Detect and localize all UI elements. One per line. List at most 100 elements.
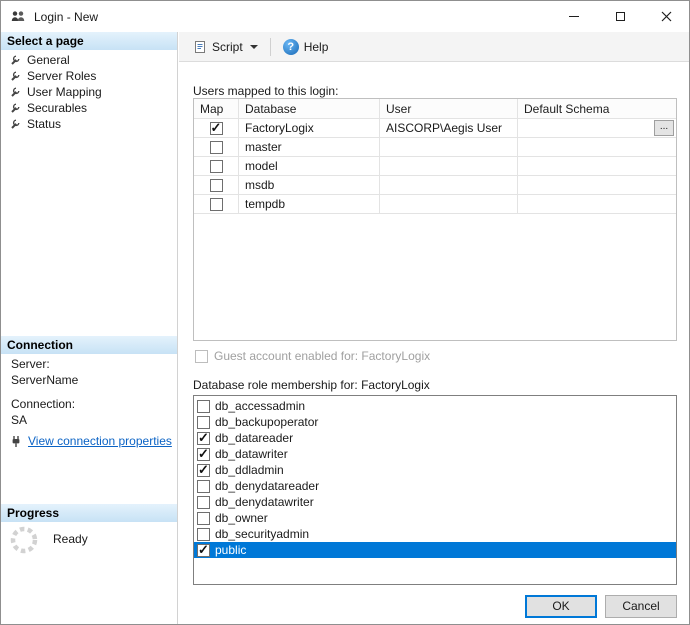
sidebar: Select a page General Server Roles User … <box>1 32 178 624</box>
browse-schema-button[interactable]: ... <box>654 120 674 136</box>
role-label: db_denydatareader <box>215 479 319 493</box>
role-checkbox[interactable] <box>197 464 210 477</box>
cell-database[interactable]: FactoryLogix <box>239 119 380 138</box>
role-item-db-denydatawriter[interactable]: db_denydatawriter <box>194 494 676 510</box>
main-panel: Script ? Help Users mapped to this login… <box>179 32 689 624</box>
sidebar-item-label: Status <box>27 117 61 131</box>
role-item-db-denydatareader[interactable]: db_denydatareader <box>194 478 676 494</box>
role-checkbox[interactable] <box>197 480 210 493</box>
close-icon <box>661 11 672 22</box>
cell-user[interactable] <box>380 138 518 157</box>
grid-row-msdb: msdb <box>194 176 676 195</box>
role-item-public[interactable]: public <box>194 542 676 558</box>
connection-value: SA <box>11 413 27 427</box>
connection-label: Connection: <box>11 397 75 411</box>
progress-header: Progress <box>1 504 177 522</box>
column-header-map: Map <box>194 99 239 119</box>
role-checkbox[interactable] <box>197 496 210 509</box>
role-item-db-datawriter[interactable]: db_datawriter <box>194 446 676 462</box>
role-label: db_owner <box>215 511 268 525</box>
wrench-icon <box>9 102 21 114</box>
role-checkbox[interactable] <box>197 400 210 413</box>
view-connection-properties-link[interactable]: View connection properties <box>28 434 172 448</box>
sidebar-item-general[interactable]: General <box>1 52 177 68</box>
role-checkbox[interactable] <box>197 448 210 461</box>
sidebar-item-label: User Mapping <box>27 85 102 99</box>
close-button[interactable] <box>643 1 689 32</box>
page-list: General Server Roles User Mapping Secura… <box>1 52 177 132</box>
role-item-db-ddladmin[interactable]: db_ddladmin <box>194 462 676 478</box>
cell-default-schema[interactable] <box>518 138 676 157</box>
role-membership-list: db_accessadmin db_backupoperator db_data… <box>193 395 677 585</box>
role-item-db-datareader[interactable]: db_datareader <box>194 430 676 446</box>
users-mapped-grid: Map Database User Default Schema Factory… <box>193 98 677 341</box>
grid-header-row: Map Database User Default Schema <box>194 99 676 119</box>
guest-account-checkbox <box>195 350 208 363</box>
guest-account-row: Guest account enabled for: FactoryLogix <box>195 349 430 363</box>
toolbar: Script ? Help <box>179 32 689 62</box>
role-membership-label: Database role membership for: FactoryLog… <box>193 378 430 392</box>
maximize-button[interactable] <box>597 1 643 32</box>
cancel-button[interactable]: Cancel <box>605 595 677 618</box>
sidebar-item-server-roles[interactable]: Server Roles <box>1 68 177 84</box>
cell-user[interactable]: AISCORP\Aegis User <box>380 119 518 138</box>
cell-default-schema[interactable] <box>518 195 676 214</box>
role-label: public <box>215 543 246 557</box>
script-button[interactable]: Script <box>187 36 264 58</box>
help-button[interactable]: ? Help <box>277 35 335 59</box>
script-icon <box>193 40 207 54</box>
cell-database[interactable]: master <box>239 138 380 157</box>
role-checkbox[interactable] <box>197 416 210 429</box>
wrench-icon <box>9 118 21 130</box>
login-people-icon <box>10 9 26 25</box>
connection-header: Connection <box>1 336 177 354</box>
map-checkbox[interactable] <box>210 141 223 154</box>
help-label: Help <box>304 40 329 54</box>
sidebar-item-user-mapping[interactable]: User Mapping <box>1 84 177 100</box>
role-label: db_datawriter <box>215 447 288 461</box>
toolbar-separator <box>270 38 271 56</box>
role-checkbox[interactable] <box>197 528 210 541</box>
help-icon: ? <box>283 39 299 55</box>
role-checkbox[interactable] <box>197 432 210 445</box>
role-item-db-owner[interactable]: db_owner <box>194 510 676 526</box>
role-checkbox[interactable] <box>197 512 210 525</box>
cell-user[interactable] <box>380 157 518 176</box>
column-header-database: Database <box>239 99 380 119</box>
cell-user[interactable] <box>380 176 518 195</box>
user-mapping-page: Users mapped to this login: Map Database… <box>179 62 689 624</box>
cell-database[interactable]: msdb <box>239 176 380 195</box>
map-checkbox[interactable] <box>210 198 223 211</box>
column-header-user: User <box>380 99 518 119</box>
connection-properties-icon <box>9 434 23 448</box>
cell-user[interactable] <box>380 195 518 214</box>
grid-row-factorylogix: FactoryLogix AISCORP\Aegis User ... <box>194 119 676 138</box>
role-checkbox[interactable] <box>197 544 210 557</box>
cell-default-schema[interactable]: ... <box>518 119 676 138</box>
role-label: db_ddladmin <box>215 463 284 477</box>
wrench-icon <box>9 54 21 66</box>
guest-account-label: Guest account enabled for: FactoryLogix <box>214 349 430 363</box>
map-checkbox[interactable] <box>210 122 223 135</box>
column-header-default-schema: Default Schema <box>518 99 676 119</box>
progress-status: Ready <box>53 532 88 546</box>
cell-database[interactable]: model <box>239 157 380 176</box>
server-label: Server: <box>11 357 50 371</box>
cell-database[interactable]: tempdb <box>239 195 380 214</box>
sidebar-item-securables[interactable]: Securables <box>1 100 177 116</box>
role-item-db-accessadmin[interactable]: db_accessadmin <box>194 398 676 414</box>
ok-button[interactable]: OK <box>525 595 597 618</box>
map-checkbox[interactable] <box>210 160 223 173</box>
sidebar-item-label: Securables <box>27 101 87 115</box>
minimize-button[interactable] <box>551 1 597 32</box>
grid-row-master: master <box>194 138 676 157</box>
cell-default-schema[interactable] <box>518 176 676 195</box>
map-checkbox[interactable] <box>210 179 223 192</box>
cell-default-schema[interactable] <box>518 157 676 176</box>
role-label: db_accessadmin <box>215 399 305 413</box>
role-item-db-backupoperator[interactable]: db_backupoperator <box>194 414 676 430</box>
select-page-header: Select a page <box>1 32 177 50</box>
role-item-db-securityadmin[interactable]: db_securityadmin <box>194 526 676 542</box>
sidebar-item-status[interactable]: Status <box>1 116 177 132</box>
script-label: Script <box>212 40 243 54</box>
